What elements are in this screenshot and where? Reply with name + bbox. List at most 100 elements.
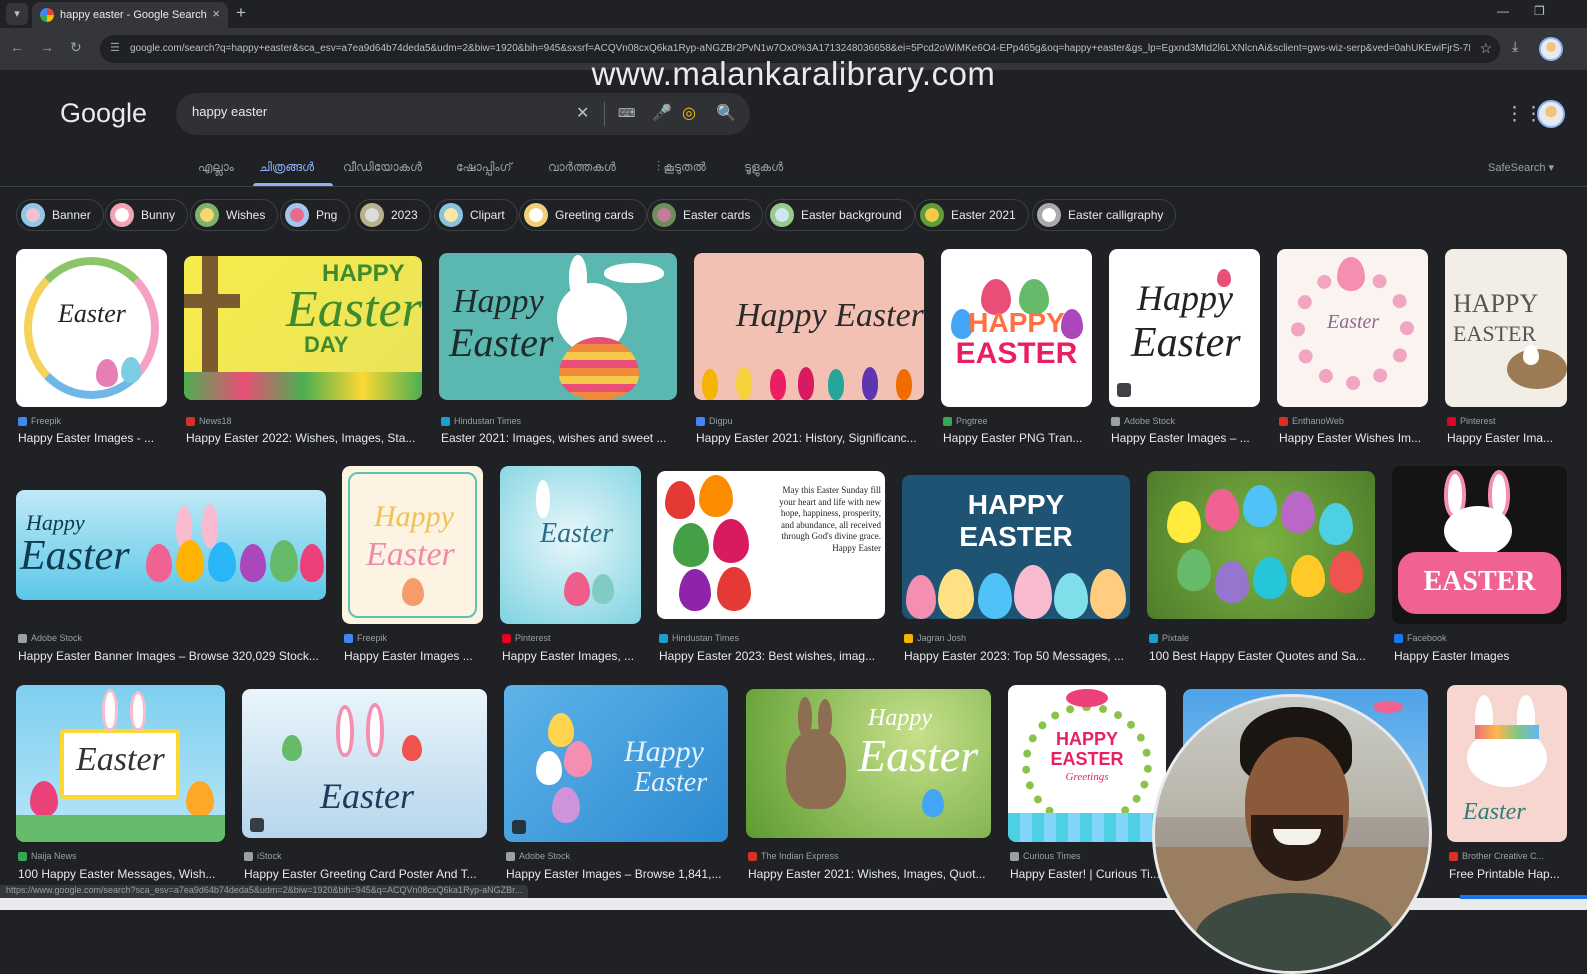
result-source[interactable]: Adobe Stock — [18, 633, 82, 643]
result-caption[interactable]: Happy Easter Banner Images – Browse 320,… — [18, 649, 328, 663]
result-caption[interactable]: 100 Happy Easter Messages, Wish... — [18, 867, 227, 881]
tab-shopping[interactable]: ഷോപ്പിംഗ് — [456, 160, 512, 175]
search-icon[interactable]: 🔍 — [716, 103, 736, 123]
clear-icon[interactable]: ✕ — [576, 103, 589, 123]
chip-banner[interactable]: Banner — [16, 199, 104, 231]
result-source[interactable]: iStock — [244, 851, 282, 861]
tab-all[interactable]: എല്ലാം — [198, 160, 234, 175]
image-result[interactable]: Happy Easter — [16, 490, 326, 600]
tab-search-button[interactable]: ▾ — [6, 3, 28, 25]
result-caption[interactable]: Happy Easter 2021: History, Significanc.… — [696, 431, 926, 445]
image-result[interactable]: HAPPY EASTER — [1445, 249, 1567, 407]
result-source[interactable]: Facebook — [1394, 633, 1447, 643]
result-caption[interactable]: Happy Easter 2021: Wishes, Images, Quot.… — [748, 867, 993, 881]
result-caption[interactable]: Happy Easter PNG Tran... — [943, 431, 1093, 445]
chip-wishes[interactable]: Wishes — [190, 199, 279, 231]
result-source[interactable]: Pngtree — [943, 416, 988, 426]
reload-icon[interactable]: ↻ — [70, 39, 82, 56]
result-caption[interactable]: Happy Easter Greeting Card Poster And T.… — [244, 867, 489, 881]
image-result[interactable]: Easter — [16, 249, 167, 407]
tab-videos[interactable]: വീഡിയോകൾ — [343, 160, 422, 175]
image-result[interactable]: Easter — [242, 689, 487, 838]
result-source[interactable]: Freepik — [18, 416, 61, 426]
result-caption[interactable]: Happy Easter! | Curious Ti... — [1010, 867, 1160, 881]
image-result[interactable]: HAPPY EASTER — [941, 249, 1092, 407]
search-input[interactable] — [192, 104, 572, 119]
result-caption[interactable]: Happy Easter 2023: Best wishes, imag... — [659, 649, 887, 663]
result-source[interactable]: Brother Creative C... — [1449, 851, 1544, 861]
result-source[interactable]: Hindustan Times — [659, 633, 739, 643]
forward-icon[interactable]: → — [40, 39, 54, 55]
image-result[interactable]: Easter — [1447, 685, 1567, 842]
result-source[interactable]: Freepik — [344, 633, 387, 643]
result-caption[interactable]: Happy Easter Images – Browse 1,841,... — [506, 867, 730, 881]
account-avatar[interactable] — [1537, 100, 1565, 128]
result-source[interactable]: Pixtale — [1149, 633, 1189, 643]
image-result[interactable]: Happy Easter — [694, 253, 924, 400]
tab-close-icon[interactable]: × — [212, 6, 220, 21]
result-caption[interactable]: Free Printable Hap... — [1449, 867, 1569, 881]
image-result[interactable]: Easter — [16, 685, 225, 842]
safesearch-menu[interactable]: SafeSearch ▾ — [1488, 161, 1554, 174]
result-caption[interactable]: Happy Easter Images – ... — [1111, 431, 1261, 445]
chip-greeting-cards[interactable]: Greeting cards — [519, 199, 647, 231]
chip-easter-2021[interactable]: Easter 2021 — [915, 199, 1029, 231]
result-caption[interactable]: Happy Easter 2023: Top 50 Messages, ... — [904, 649, 1132, 663]
image-result[interactable]: Happy Easter — [504, 685, 728, 842]
result-source[interactable]: Adobe Stock — [506, 851, 570, 861]
chip-png[interactable]: Png — [280, 199, 351, 231]
download-icon[interactable]: ⤓ — [1512, 38, 1518, 55]
result-source[interactable]: EnthanoWeb — [1279, 416, 1344, 426]
image-result[interactable]: Happy Easter — [342, 466, 483, 624]
result-source[interactable]: Pinterest — [1447, 416, 1496, 426]
image-result[interactable]: Happy Easter — [746, 689, 991, 838]
result-source[interactable]: News18 — [186, 416, 232, 426]
result-source[interactable]: Hindustan Times — [441, 416, 521, 426]
lens-camera-icon[interactable]: ◎ — [682, 103, 696, 123]
result-caption[interactable]: Happy Easter Images ... — [344, 649, 485, 663]
new-tab-button[interactable]: + — [236, 3, 246, 23]
result-caption[interactable]: Happy Easter Wishes Im... — [1279, 431, 1429, 445]
chip-easter-background[interactable]: Easter background — [765, 199, 915, 231]
keyboard-icon[interactable]: ⌨ — [618, 106, 635, 120]
result-caption[interactable]: Happy Easter Images - ... — [18, 431, 168, 445]
microphone-icon[interactable]: 🎤 — [652, 103, 672, 123]
tab-images[interactable]: ചിത്രങ്ങൾ — [259, 160, 314, 175]
result-caption[interactable]: Happy Easter 2022: Wishes, Images, Sta..… — [186, 431, 424, 445]
back-icon[interactable]: ← — [10, 39, 24, 55]
google-logo[interactable]: Google — [60, 98, 147, 129]
tab-news[interactable]: വാർത്തകൾ — [548, 160, 616, 175]
image-result[interactable]: May this Easter Sunday fill your heart a… — [657, 471, 885, 619]
tab-tools[interactable]: ടൂളുകൾ — [744, 160, 783, 175]
image-result[interactable]: HAPPY EASTER Greetings — [1008, 685, 1166, 842]
minimize-icon[interactable]: — — [1497, 4, 1509, 18]
image-result[interactable]: Happy Easter — [439, 253, 677, 400]
maximize-icon[interactable]: ❐ — [1534, 4, 1545, 18]
browser-tab[interactable]: happy easter - Google Search × — [32, 2, 228, 28]
image-result[interactable]: HAPPY Easter DAY — [184, 256, 422, 400]
chip-easter-calligraphy[interactable]: Easter calligraphy — [1032, 199, 1177, 231]
chip-bunny[interactable]: Bunny — [105, 199, 189, 231]
chip-clipart[interactable]: Clipart — [434, 199, 518, 231]
image-result[interactable]: EASTER — [1392, 466, 1567, 624]
result-source[interactable]: Pinterest — [502, 633, 551, 643]
result-caption[interactable]: 100 Best Happy Easter Quotes and Sa... — [1149, 649, 1377, 663]
site-info-icon[interactable]: ☰ — [110, 41, 120, 54]
image-result[interactable] — [1147, 471, 1375, 619]
chip-2023[interactable]: 2023 — [355, 199, 431, 231]
result-source[interactable]: Curious Times — [1010, 851, 1081, 861]
result-source[interactable]: Naija News — [18, 851, 77, 861]
image-result[interactable]: Easter — [500, 466, 641, 624]
image-result[interactable]: Happy Easter — [1109, 249, 1260, 407]
result-source[interactable]: Digpu — [696, 416, 733, 426]
chip-easter-cards[interactable]: Easter cards — [647, 199, 764, 231]
result-caption[interactable]: Easter 2021: Images, wishes and sweet ..… — [441, 431, 679, 445]
image-result[interactable]: Easter — [1277, 249, 1428, 407]
result-caption[interactable]: Happy Easter Images, ... — [502, 649, 643, 663]
result-source[interactable]: The Indian Express — [748, 851, 839, 861]
result-source[interactable]: Adobe Stock — [1111, 416, 1175, 426]
tab-more[interactable]: ⋮ കൂടുതൽ — [657, 160, 706, 175]
result-caption[interactable]: Happy Easter Images — [1394, 649, 1569, 663]
result-source[interactable]: Jagran Josh — [904, 633, 966, 643]
result-caption[interactable]: Happy Easter Ima... — [1447, 431, 1569, 445]
